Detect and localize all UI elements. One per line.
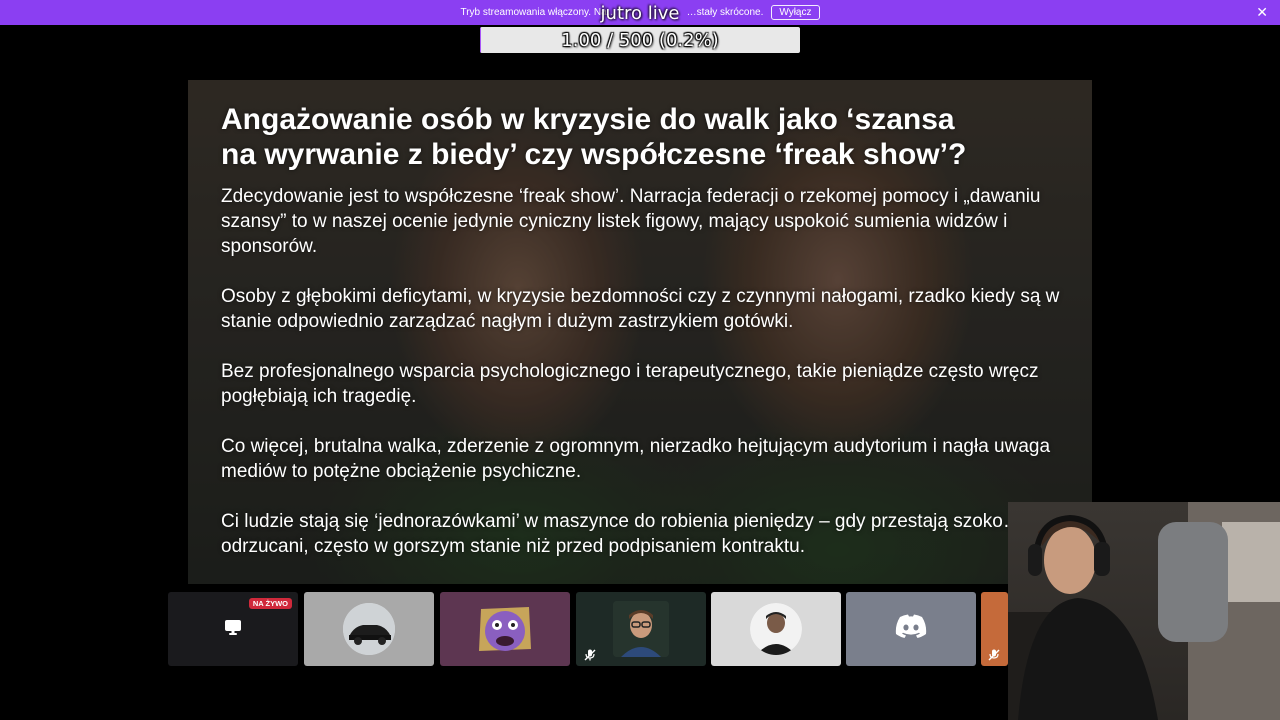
tile-participant-partial[interactable] bbox=[981, 592, 1008, 666]
slide-paragraph: Osoby z głębokimi deficytami, w kryzysie… bbox=[221, 286, 1060, 332]
discord-logo-icon bbox=[894, 614, 928, 644]
avatar bbox=[343, 603, 395, 655]
tile-participant-person[interactable] bbox=[711, 592, 841, 666]
slide-paragraph: Ci ludzie stają się ‘jednorazówkami’ w m… bbox=[221, 511, 1048, 557]
tile-participant-discord[interactable] bbox=[846, 592, 976, 666]
overlay-title: jutro live bbox=[600, 3, 680, 24]
tile-participant-car[interactable] bbox=[304, 592, 434, 666]
progress-text: 1.00 / 500 (0.2%) bbox=[561, 29, 719, 51]
muted-mic-icon bbox=[987, 647, 1001, 661]
participant-tiles: NA ŻYWO bbox=[168, 592, 1008, 666]
tile-screen-share[interactable]: NA ŻYWO bbox=[168, 592, 298, 666]
tile-participant-camera[interactable] bbox=[576, 592, 706, 666]
slide-paragraph: Bez profesjonalnego wsparcia psychologic… bbox=[221, 361, 1039, 407]
screen-share-stage[interactable]: Angażowanie osób w kryzysie do walk jako… bbox=[188, 80, 1092, 584]
live-badge: NA ŻYWO bbox=[248, 598, 292, 609]
slide-title: Angażowanie osób w kryzysie do walk jako… bbox=[221, 103, 967, 171]
slide-paragraph: Co więcej, brutalna walka, zderzenie z o… bbox=[221, 436, 1051, 482]
slide-paragraph: Zdecydowanie jest to współczesne ‘freak … bbox=[221, 186, 1041, 257]
avatar bbox=[613, 601, 669, 657]
slide-content: Angażowanie osób w kryzysie do walk jako… bbox=[221, 102, 1081, 584]
monitor-icon bbox=[223, 617, 243, 641]
tile-participant-sticker[interactable] bbox=[440, 592, 570, 666]
avatar bbox=[750, 603, 802, 655]
goal-progress-bar: 1.00 / 500 (0.2%) bbox=[480, 27, 800, 53]
avatar bbox=[473, 597, 537, 661]
muted-mic-icon bbox=[583, 647, 597, 661]
streamer-webcam bbox=[1008, 502, 1280, 720]
